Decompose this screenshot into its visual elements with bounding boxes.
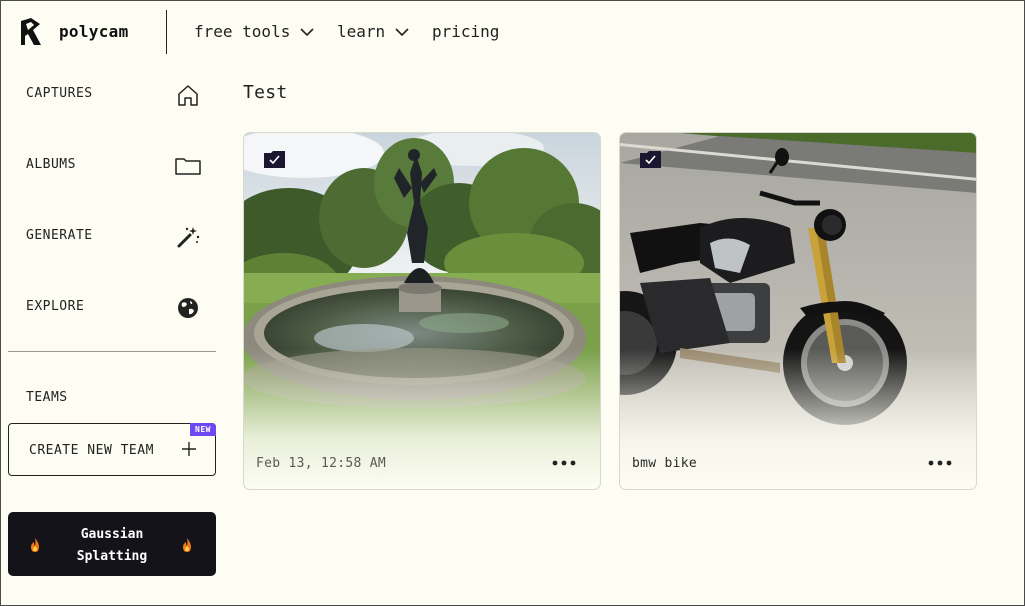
folder-icon [175, 158, 201, 175]
home-icon [178, 85, 198, 106]
sidebar-item-explore[interactable]: EXPLORE [1, 287, 216, 327]
sidebar-item-label: ALBUMS [26, 157, 76, 172]
capture-card-bmw-bike[interactable]: bmw bike [619, 132, 977, 490]
sidebar-item-label: CAPTURES [26, 86, 93, 101]
nav-pricing[interactable]: pricing [432, 22, 499, 41]
globe-icon [178, 298, 198, 318]
sidebar-divider [8, 351, 216, 352]
capture-card-fountain[interactable]: Feb 13, 12:58 AM [243, 132, 601, 490]
sidebar-item-albums[interactable]: ALBUMS [1, 145, 216, 185]
chevron-down-icon [395, 27, 409, 36]
teams-heading: TEAMS [26, 390, 68, 405]
more-options-icon[interactable] [550, 455, 578, 471]
album-check-icon [264, 151, 285, 168]
plus-icon [182, 442, 196, 456]
create-new-team-button[interactable]: CREATE NEW TEAM NEW [8, 423, 216, 476]
more-options-icon[interactable] [926, 455, 954, 471]
nav-free-tools[interactable]: free tools [194, 22, 314, 41]
nav-divider [166, 10, 167, 54]
create-new-team-label: CREATE NEW TEAM [29, 443, 154, 458]
sidebar-item-captures[interactable]: CAPTURES [1, 74, 216, 114]
nav-learn[interactable]: learn [337, 22, 409, 41]
chevron-down-icon [300, 27, 314, 36]
magic-wand-icon [177, 227, 200, 248]
sidebar-item-label: EXPLORE [26, 299, 85, 314]
album-check-icon [640, 151, 661, 168]
top-nav: polycam free tools learn pricing [1, 1, 1024, 63]
gaussian-splatting-button[interactable]: Gaussian Splatting [8, 512, 216, 576]
new-badge: NEW [190, 423, 216, 436]
nav-pricing-label: pricing [432, 22, 500, 41]
nav-free-tools-label: free tools [194, 22, 291, 41]
card-caption: Feb 13, 12:58 AM [256, 456, 387, 471]
app-window: polycam free tools learn pricing CAPTURE… [0, 0, 1025, 606]
page-title: Test [243, 82, 288, 103]
flame-icon [183, 538, 191, 552]
card-caption: bmw bike [632, 456, 698, 471]
polycam-logo-icon[interactable] [19, 17, 43, 47]
nav-learn-label: learn [337, 22, 386, 41]
sidebar-item-label: GENERATE [26, 228, 93, 243]
brand-name[interactable]: polycam [59, 22, 129, 41]
sidebar-item-generate[interactable]: GENERATE [1, 216, 216, 256]
